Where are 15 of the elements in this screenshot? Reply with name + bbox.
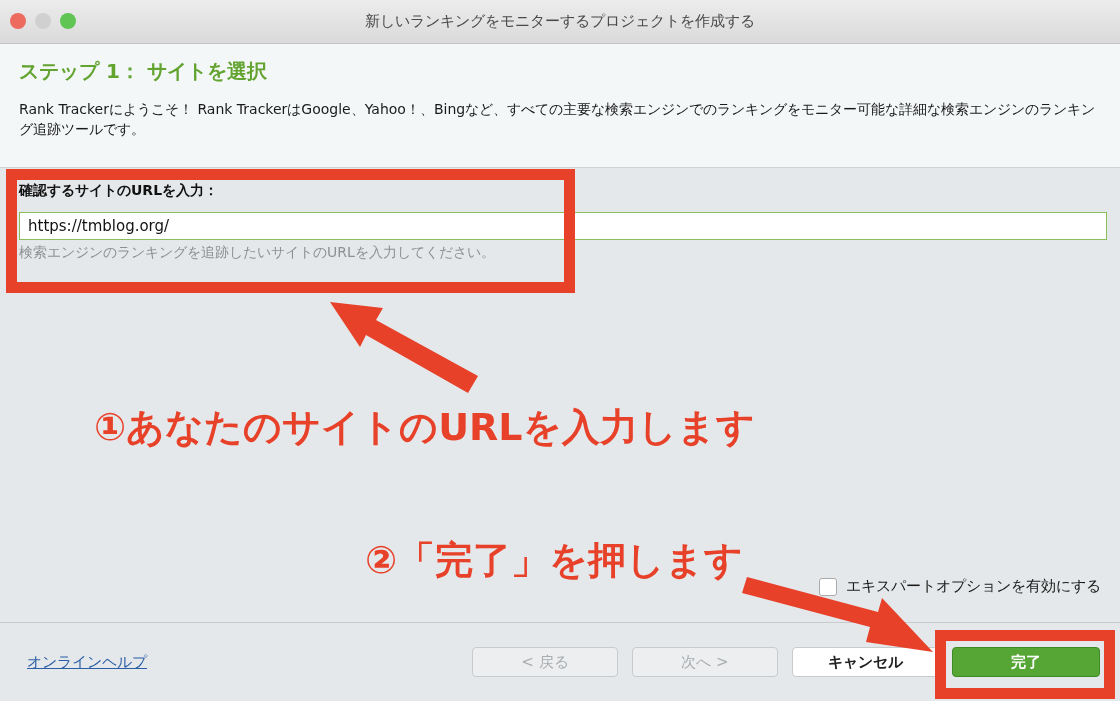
zoom-icon[interactable] [60,13,76,29]
checkbox[interactable] [819,577,837,596]
step-title: ステップ 1： サイトを選択 [19,58,268,85]
dialog-button[interactable]: キャンセル [792,647,938,677]
window-title: 新しいランキングをモニターするプロジェクトを作成する [365,12,755,31]
field-label: 確認するサイトのURLを入力： [19,182,220,200]
annotation-text: ②「完了」を押します [365,537,744,584]
close-icon[interactable] [10,13,26,29]
annotation-text: ①あなたのサイトのURLを入力します [94,404,755,451]
finish-button[interactable]: 完了 [952,647,1100,677]
field-hint: 検索エンジンのランキングを追跡したいサイトのURLを入力してください。 [19,244,496,262]
checkbox-label: エキスパートオプションを有効にする [846,577,1101,596]
url-input-field[interactable]: https://tmblog.org/ [19,212,1107,240]
intro-text: Rank Trackerにようこそ！ Rank TrackerはGoogle、Yahoo！、Bingなど、すべての主要な検索エンジンでのランキングをモニター可能な詳細な検索エンジンのランキング追跡ツールです。 [19,100,1097,139]
help-link[interactable]: オンラインヘルプ [27,652,147,672]
